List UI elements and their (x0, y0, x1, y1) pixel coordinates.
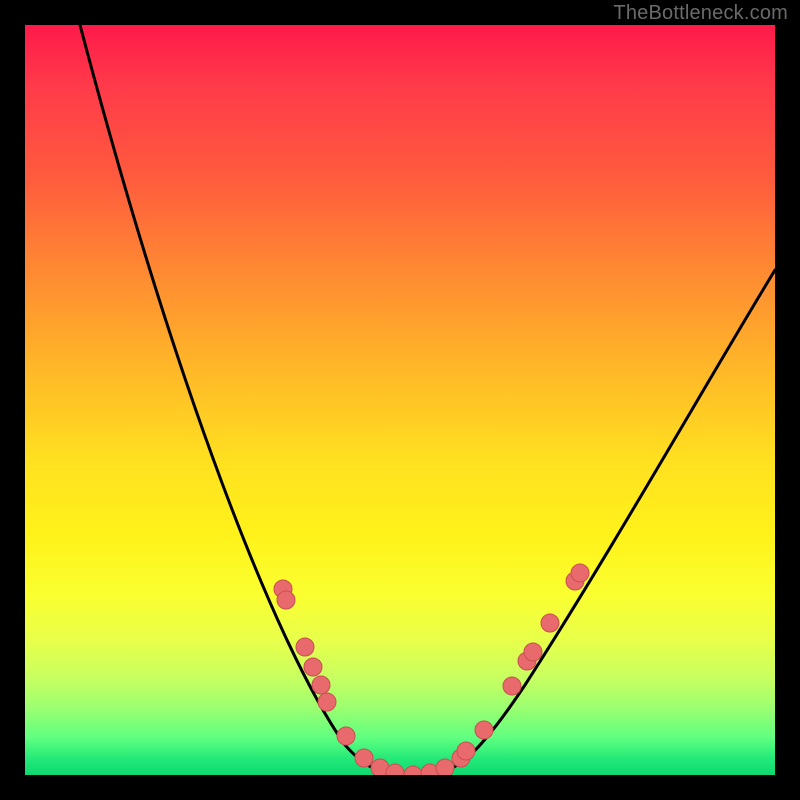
data-dot (457, 742, 475, 760)
data-dot (304, 658, 322, 676)
bottleneck-curve (80, 25, 775, 775)
data-dot (571, 564, 589, 582)
chart-stage: TheBottleneck.com (0, 0, 800, 800)
data-dot (318, 693, 336, 711)
dots-layer (274, 564, 589, 775)
data-dot (524, 643, 542, 661)
watermark-text: TheBottleneck.com (613, 2, 788, 25)
data-dot (541, 614, 559, 632)
data-dot (337, 727, 355, 745)
data-dot (312, 676, 330, 694)
data-dot (277, 591, 295, 609)
chart-svg (25, 25, 775, 775)
data-dot (355, 749, 373, 767)
data-dot (404, 766, 422, 775)
data-dot (436, 759, 454, 775)
plot-area (25, 25, 775, 775)
data-dot (503, 677, 521, 695)
data-dot (475, 721, 493, 739)
data-dot (296, 638, 314, 656)
